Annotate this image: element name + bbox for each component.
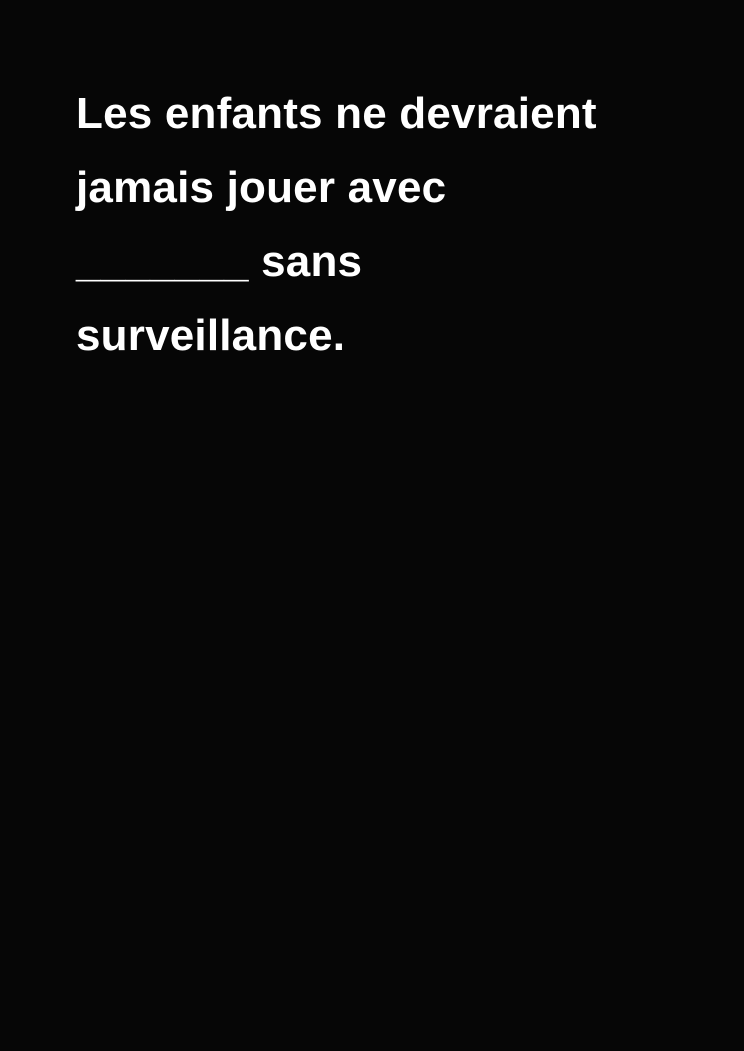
card-text-line-1: Les enfants ne devraient	[76, 89, 597, 138]
black-card: Les enfants ne devraient jamais jouer av…	[0, 0, 744, 1051]
card-prompt-text: Les enfants ne devraient jamais jouer av…	[76, 77, 696, 373]
card-text-line-3: _______ sans	[76, 237, 363, 286]
card-text-line-4: surveillance.	[76, 311, 346, 360]
card-text-line-2: jamais jouer avec	[76, 163, 447, 212]
